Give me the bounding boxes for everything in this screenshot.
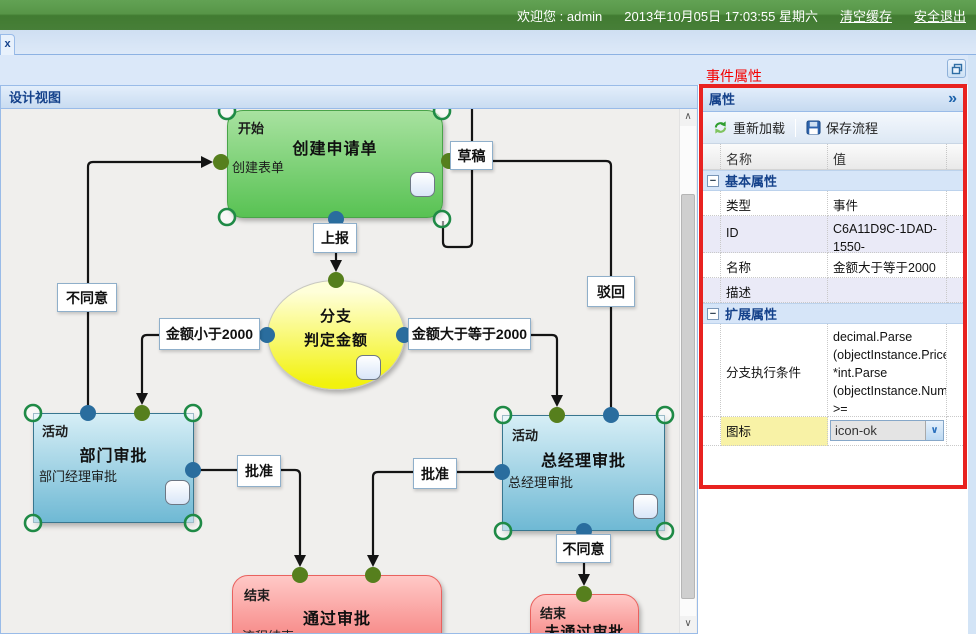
node-type-label: 分支 <box>319 308 352 325</box>
content-top-strip <box>0 55 976 85</box>
node-type-label: 活动 <box>42 424 69 439</box>
edge-label-reject[interactable]: 驳回 <box>587 276 635 307</box>
property-name: 图标 <box>721 417 828 446</box>
icon-combobox[interactable]: icon-ok ∨ <box>830 420 944 441</box>
save-disk-icon <box>806 120 821 135</box>
icon-combobox-value[interactable]: icon-ok <box>831 421 926 440</box>
collapse-group-icon[interactable]: − <box>707 174 719 187</box>
combobox-dropdown-icon[interactable]: ∨ <box>926 421 943 440</box>
node-sub-label: 部门经理审批 <box>39 469 118 484</box>
edge-label-approve-left[interactable]: 批准 <box>237 455 281 487</box>
node-sub-label: 总经理审批 <box>508 475 574 490</box>
window-restore-button[interactable] <box>947 59 966 78</box>
property-value[interactable]: 事件 <box>828 191 947 216</box>
properties-header-label: 属性 <box>709 92 736 107</box>
group-label: 基本属性 <box>725 174 778 189</box>
save-process-button[interactable]: 保存流程 <box>802 115 882 140</box>
edge-label-disagree-left[interactable]: 不同意 <box>57 283 117 312</box>
refresh-icon <box>714 121 727 134</box>
reload-button-label: 重新加载 <box>733 121 786 136</box>
property-grid: 名称 值 − 基本属性 类型 事件 ID C6A11D9C-1DAD-1550-… <box>703 144 963 446</box>
node-title: 总经理审批 <box>540 453 626 470</box>
property-name: 描述 <box>721 278 828 303</box>
reload-button[interactable]: 重新加载 <box>709 115 789 140</box>
node-type-label: 结束 <box>244 588 271 603</box>
name-column-header[interactable]: 名称 <box>721 144 828 169</box>
property-name: 名称 <box>721 253 828 278</box>
top-bar: 欢迎您 : admin 2013年10月05日 17:03:55 星期六 清空缓… <box>0 0 976 30</box>
property-row-name: 名称 金额大于等于2000 <box>703 253 963 278</box>
node-type-label: 结束 <box>540 606 567 621</box>
property-row-id: ID C6A11D9C-1DAD-1550- 6FDB-CD94BC3A9BED <box>703 216 963 253</box>
filler-column-header <box>947 144 963 169</box>
datetime-text: 2013年10月05日 17:03:55 星期六 <box>624 8 818 24</box>
welcome-text: 欢迎您 : admin <box>517 8 603 24</box>
scroll-thumb[interactable] <box>681 194 695 599</box>
node-end-pass[interactable]: 结束 通过审批 流程结束 <box>232 575 442 633</box>
node-end-fail[interactable]: 结束 未通过审批 <box>530 594 639 633</box>
group-label: 扩展属性 <box>725 307 778 322</box>
edge-label-disagree-bottom[interactable]: 不同意 <box>556 534 611 563</box>
property-value[interactable] <box>828 278 947 303</box>
node-title: 判定金额 <box>303 332 368 349</box>
group-row-extended[interactable]: − 扩展属性 <box>703 303 963 324</box>
grid-column-headers: 名称 值 <box>703 144 963 170</box>
clear-cache-link[interactable]: 清空缓存 <box>840 6 892 25</box>
event-properties-title: 事件属性 <box>706 68 762 84</box>
node-sub-label: 流程结束 <box>242 626 294 633</box>
properties-panel-highlight: 属性 » 重新加载 保存流程 名称 值 − 基本属性 类型 事件 ID C6A1… <box>699 84 967 489</box>
group-row-basic[interactable]: − 基本属性 <box>703 170 963 191</box>
save-button-label: 保存流程 <box>826 121 879 136</box>
gutter-column-header <box>703 144 721 169</box>
node-gm-approval[interactable]: 活动 总经理审批 总经理审批 <box>502 415 665 531</box>
right-edge-strip <box>968 55 976 634</box>
property-row-condition: 分支执行条件 decimal.Parse (objectInstance.Pri… <box>703 324 963 417</box>
tab-bar <box>0 30 976 55</box>
logout-link[interactable]: 安全退出 <box>914 6 966 25</box>
scroll-up-button[interactable]: ∧ <box>680 109 696 126</box>
value-column-header[interactable]: 值 <box>828 144 947 169</box>
node-title: 创建申请单 <box>292 141 378 158</box>
branch-state-icon[interactable] <box>356 355 381 380</box>
flow-canvas[interactable]: 开始 创建申请单 创建表单 分支 判定金额 活动 部门审批 部门经理审批 活动 … <box>1 109 697 633</box>
tab-close-button[interactable]: x <box>0 34 15 55</box>
toolbar-separator <box>795 118 797 137</box>
edge-label-submit[interactable]: 上报 <box>313 223 357 253</box>
edge-label-approve-right[interactable]: 批准 <box>413 458 457 489</box>
property-name: ID <box>721 216 828 253</box>
node-dept-approval[interactable]: 活动 部门审批 部门经理审批 <box>33 413 194 523</box>
property-value[interactable]: 金额大于等于2000 <box>828 253 947 278</box>
restore-window-icon <box>951 63 962 74</box>
property-value[interactable]: C6A11D9C-1DAD-1550- 6FDB-CD94BC3A9BED <box>828 216 947 253</box>
collapse-panel-icon[interactable]: » <box>948 88 957 110</box>
edge-label-draft[interactable]: 草稿 <box>450 141 493 170</box>
properties-toolbar: 重新加载 保存流程 <box>703 112 963 144</box>
property-value[interactable]: decimal.Parse (objectInstance.Price) *in… <box>828 324 947 417</box>
node-start[interactable]: 开始 创建申请单 创建表单 <box>227 110 443 218</box>
properties-header: 属性 » <box>703 88 963 112</box>
edge-label-amount-gte-2000[interactable]: 金额大于等于2000 <box>408 318 531 350</box>
canvas-vertical-scrollbar[interactable]: ∧ ∨ <box>679 109 696 633</box>
edge-label-amount-lt-2000[interactable]: 金额小于2000 <box>159 318 260 350</box>
property-name: 类型 <box>721 191 828 216</box>
node-branch[interactable]: 分支 判定金额 <box>267 280 405 390</box>
design-view-header: 设计视图 <box>0 85 698 109</box>
form-state-icon[interactable] <box>410 172 435 197</box>
node-title: 部门审批 <box>79 448 148 465</box>
gm-state-icon[interactable] <box>633 494 658 519</box>
dept-state-icon[interactable] <box>165 480 190 505</box>
property-row-type: 类型 事件 <box>703 191 963 216</box>
node-type-label: 活动 <box>512 428 539 443</box>
edge-hook <box>441 109 474 249</box>
property-name: 分支执行条件 <box>721 324 828 417</box>
collapse-group-icon[interactable]: − <box>707 307 719 320</box>
node-title: 未通过审批 <box>544 624 625 633</box>
property-row-description: 描述 <box>703 278 963 303</box>
property-row-icon: 图标 icon-ok ∨ <box>703 417 963 446</box>
node-sub-label: 创建表单 <box>232 160 285 175</box>
scroll-down-button[interactable]: ∨ <box>680 616 696 633</box>
